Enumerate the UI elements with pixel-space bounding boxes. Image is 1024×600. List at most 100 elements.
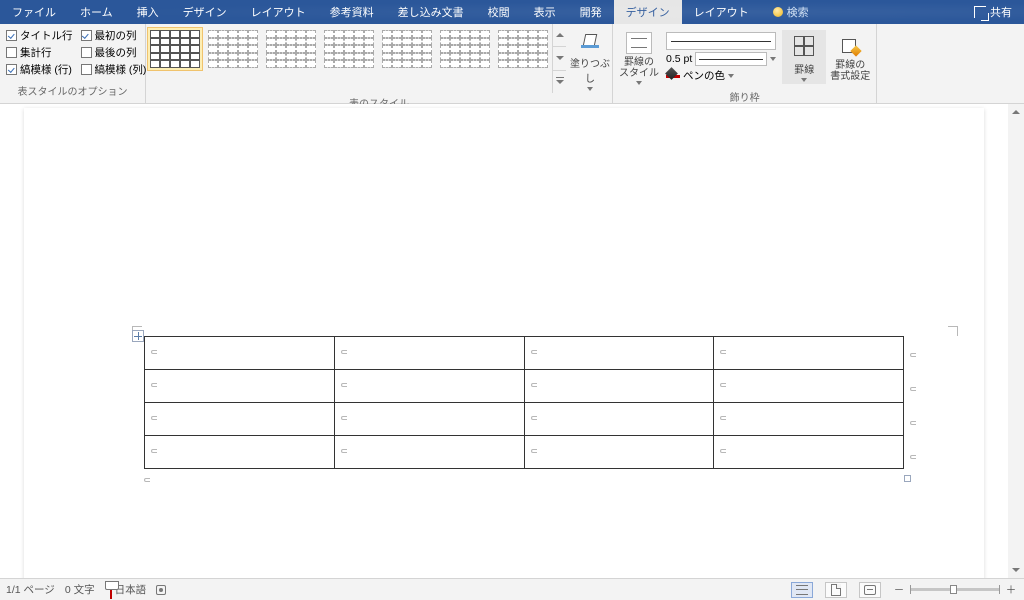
border-painter-icon <box>840 37 860 55</box>
status-language[interactable]: 日本語 <box>115 582 147 597</box>
tab-home[interactable]: ホーム <box>68 0 125 24</box>
gallery-more[interactable] <box>553 71 566 93</box>
tab-table-layout[interactable]: レイアウト <box>682 0 761 24</box>
table-cell[interactable] <box>334 370 524 403</box>
zoom-thumb[interactable] <box>950 585 957 594</box>
tab-design[interactable]: デザイン <box>171 0 239 24</box>
view-web-layout[interactable] <box>859 582 881 598</box>
ribbon: タイトル行 最初の列 集計行 最後の列 縞模様 (行) 縞模様 (列) 表スタイ… <box>0 24 1024 104</box>
status-page[interactable]: 1/1 ページ <box>6 582 55 597</box>
opt-first-col[interactable]: 最初の列 <box>81 28 147 43</box>
cell-mark <box>531 416 537 422</box>
status-words[interactable]: 0 文字 <box>65 582 95 597</box>
chevron-up-icon <box>1012 110 1020 114</box>
checkbox-icon <box>6 47 17 58</box>
border-line-style[interactable] <box>666 32 776 50</box>
view-print-layout[interactable] <box>825 582 847 598</box>
cell-mark <box>341 383 347 389</box>
table-style-thumb[interactable] <box>263 27 319 71</box>
cell-mark <box>341 416 347 422</box>
table-style-thumb[interactable] <box>321 27 377 71</box>
tab-mailings[interactable]: 差し込み文書 <box>386 0 476 24</box>
tab-table-design[interactable]: デザイン <box>614 0 682 24</box>
tab-insert[interactable]: 挿入 <box>125 0 171 24</box>
row-end-mark <box>910 387 916 393</box>
row-end-mark <box>910 353 916 359</box>
table-style-thumb[interactable] <box>379 27 435 71</box>
cell-mark <box>151 416 157 422</box>
paragraph-mark <box>144 478 150 484</box>
table-cell[interactable] <box>145 370 335 403</box>
table-row[interactable] <box>145 403 904 436</box>
gallery-scroll-down[interactable] <box>553 47 566 70</box>
table-row[interactable] <box>145 436 904 469</box>
group-label-style-options: 表スタイルのオプション <box>0 81 145 101</box>
tab-developer[interactable]: 開発 <box>568 0 614 24</box>
table-style-thumb[interactable] <box>437 27 493 71</box>
read-mode-icon <box>796 585 808 595</box>
share-button[interactable]: 共有 <box>962 0 1024 24</box>
view-read-mode[interactable] <box>791 582 813 598</box>
zoom-in-button[interactable]: ＋ <box>1004 583 1018 597</box>
table-style-thumb[interactable] <box>495 27 551 71</box>
border-weight-selector[interactable] <box>695 52 767 66</box>
table-resize-handle[interactable] <box>904 475 911 482</box>
table-cell[interactable] <box>714 436 904 469</box>
border-painter-button[interactable]: 罫線の 書式設定 <box>828 30 872 84</box>
tab-file[interactable]: ファイル <box>0 0 68 24</box>
row-end-mark <box>910 421 916 427</box>
pen-color-button[interactable]: ペンの色 <box>666 68 777 83</box>
gallery-scroll-up[interactable] <box>553 24 566 47</box>
cell-mark <box>720 416 726 422</box>
table-cell[interactable] <box>145 436 335 469</box>
scroll-track[interactable] <box>1008 120 1024 562</box>
scroll-down-button[interactable] <box>1008 562 1024 578</box>
page <box>24 108 984 578</box>
tab-layout[interactable]: レイアウト <box>239 0 318 24</box>
cell-mark <box>151 449 157 455</box>
opt-header-row[interactable]: タイトル行 <box>6 28 73 43</box>
document-table[interactable] <box>144 336 904 469</box>
table-row[interactable] <box>145 337 904 370</box>
scroll-up-button[interactable] <box>1008 104 1024 120</box>
cell-mark <box>531 383 537 389</box>
tab-view[interactable]: 表示 <box>522 0 568 24</box>
tell-me-search[interactable]: 検索 <box>761 0 821 24</box>
table-cell[interactable] <box>714 403 904 436</box>
macro-record-icon[interactable] <box>156 585 166 595</box>
shading-button[interactable]: 塗りつぶし <box>568 24 612 93</box>
vertical-scrollbar[interactable] <box>1008 104 1024 578</box>
document-area[interactable] <box>0 104 1008 578</box>
opt-total-row[interactable]: 集計行 <box>6 45 73 60</box>
border-styles-button[interactable]: 罫線の スタイル <box>617 27 661 87</box>
tab-review[interactable]: 校閲 <box>476 0 522 24</box>
table-cell[interactable] <box>334 436 524 469</box>
share-icon <box>974 6 986 18</box>
table-cell[interactable] <box>524 370 714 403</box>
share-label: 共有 <box>990 4 1012 20</box>
cell-mark <box>341 350 347 356</box>
opt-banded-rows[interactable]: 縞模様 (行) <box>6 62 73 77</box>
table-style-thumb[interactable] <box>205 27 261 71</box>
cell-mark <box>151 350 157 356</box>
borders-button[interactable]: 罫線 <box>782 30 826 84</box>
zoom-out-button[interactable]: － <box>892 583 906 597</box>
tab-references[interactable]: 参考資料 <box>318 0 386 24</box>
table-cell[interactable] <box>334 403 524 436</box>
table-style-thumb[interactable] <box>147 27 203 71</box>
table-cell[interactable] <box>714 370 904 403</box>
paint-bucket-icon <box>581 32 599 48</box>
table-move-handle[interactable] <box>132 330 144 342</box>
table-cell[interactable] <box>145 337 335 370</box>
zoom-slider[interactable] <box>910 588 1000 591</box>
table-cell[interactable] <box>334 337 524 370</box>
table-cell[interactable] <box>524 403 714 436</box>
table-cell[interactable] <box>524 436 714 469</box>
checkbox-icon <box>81 64 92 75</box>
table-row[interactable] <box>145 370 904 403</box>
opt-banded-cols[interactable]: 縞模様 (列) <box>81 62 147 77</box>
table-cell[interactable] <box>145 403 335 436</box>
table-cell[interactable] <box>714 337 904 370</box>
table-cell[interactable] <box>524 337 714 370</box>
opt-last-col[interactable]: 最後の列 <box>81 45 147 60</box>
